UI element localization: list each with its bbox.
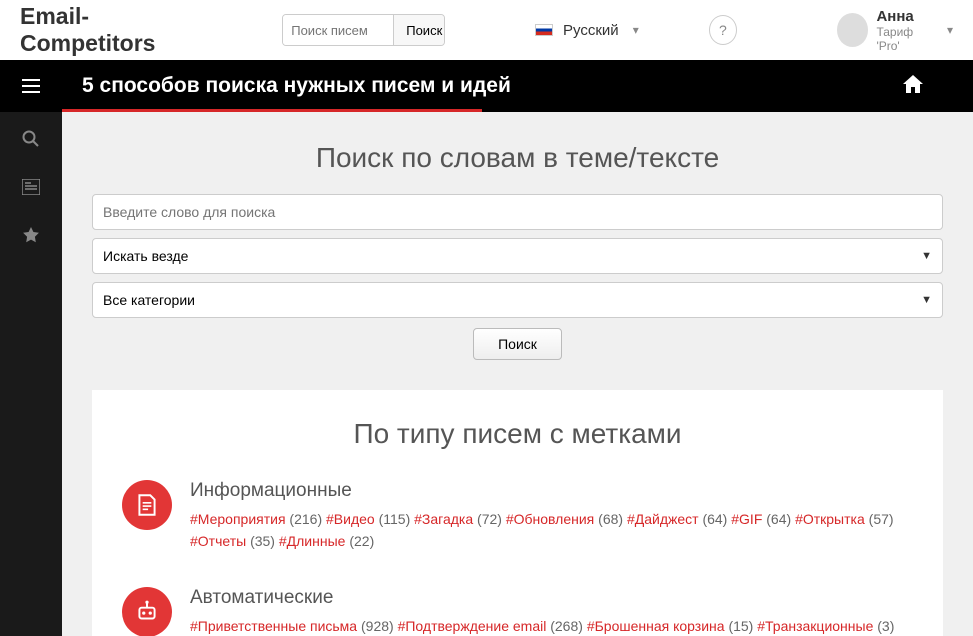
document-icon xyxy=(134,492,160,518)
hamburger-icon xyxy=(22,79,40,93)
tag-link[interactable]: #Подтверждение email xyxy=(398,618,547,634)
search-submit-button[interactable]: Поиск xyxy=(473,328,562,360)
tag-link[interactable]: #Отчеты xyxy=(190,533,246,549)
tag-link[interactable]: #GIF xyxy=(731,511,762,527)
header-search-button[interactable]: Поиск xyxy=(393,15,445,45)
sidebar-search[interactable] xyxy=(22,130,40,153)
tag-count: (57) xyxy=(865,511,894,527)
search-heading: Поиск по словам в теме/тексте xyxy=(92,142,943,174)
keyword-input[interactable] xyxy=(92,194,943,230)
home-button[interactable] xyxy=(903,75,923,98)
type-title: Информационные xyxy=(190,480,913,502)
types-card: По типу писем с метками Информационные #… xyxy=(92,390,943,636)
subheader: 5 способов поиска нужных писем и идей xyxy=(0,60,973,112)
avatar xyxy=(837,13,868,47)
tag-link[interactable]: #Открытка xyxy=(795,511,865,527)
tag-count: (928) xyxy=(357,618,397,634)
tag-list: #Мероприятия (216) #Видео (115) #Загадка… xyxy=(190,508,913,553)
caret-down-icon: ▼ xyxy=(921,294,932,306)
tag-count: (115) xyxy=(375,511,414,527)
user-menu[interactable]: Анна Тариф 'Pro' ▾ xyxy=(837,8,953,53)
home-icon xyxy=(903,75,923,93)
types-heading: По типу писем с метками xyxy=(122,418,913,450)
page-title: 5 способов поиска нужных писем и идей xyxy=(82,74,511,98)
chevron-down-icon: ▾ xyxy=(947,23,953,37)
category-value: Все категории xyxy=(103,292,195,308)
newspaper-icon xyxy=(22,179,40,195)
type-title: Автоматические xyxy=(190,587,913,609)
automatic-icon xyxy=(122,587,172,636)
flag-icon xyxy=(535,24,553,36)
help-button[interactable]: ? xyxy=(709,15,737,45)
tag-count: (268) xyxy=(546,618,586,634)
sidebar-favorites[interactable] xyxy=(22,226,40,249)
tag-count: (22) xyxy=(345,533,374,549)
sidebar xyxy=(0,112,62,636)
search-icon xyxy=(22,130,40,148)
tag-count: (72) xyxy=(473,511,506,527)
header-search-input[interactable] xyxy=(283,15,393,45)
tag-link[interactable]: #Брошенная корзина xyxy=(587,618,725,634)
scope-value: Искать везде xyxy=(103,248,188,264)
header: Email-Competitors Поиск Русский ▾ ? Анна… xyxy=(0,0,973,60)
language-label: Русский xyxy=(563,22,619,39)
type-group-informational: Информационные #Мероприятия (216) #Видео… xyxy=(122,480,913,553)
robot-icon xyxy=(134,599,160,625)
tag-count: (35) xyxy=(246,533,279,549)
tag-count: (3) xyxy=(873,618,894,634)
tag-link[interactable]: #Дайджест xyxy=(627,511,699,527)
tag-link[interactable]: #Приветственные письма xyxy=(190,618,357,634)
language-selector[interactable]: Русский ▾ xyxy=(535,22,639,39)
tag-link[interactable]: #Загадка xyxy=(414,511,473,527)
tag-count: (216) xyxy=(286,511,326,527)
user-plan: Тариф 'Pro' xyxy=(876,25,935,53)
tag-link[interactable]: #Видео xyxy=(326,511,375,527)
tag-link[interactable]: #Мероприятия xyxy=(190,511,286,527)
star-icon xyxy=(22,226,40,244)
main-content: Поиск по словам в теме/тексте Искать вез… xyxy=(62,112,973,636)
header-search-group: Поиск xyxy=(282,14,445,46)
tag-link[interactable]: #Обновления xyxy=(506,511,594,527)
tag-count: (68) xyxy=(594,511,627,527)
scope-select[interactable]: Искать везде ▼ xyxy=(92,238,943,274)
category-select[interactable]: Все категории ▼ xyxy=(92,282,943,318)
menu-toggle[interactable] xyxy=(0,60,62,112)
sidebar-news[interactable] xyxy=(22,179,40,200)
tag-link[interactable]: #Длинные xyxy=(279,533,346,549)
chevron-down-icon: ▾ xyxy=(633,23,639,37)
tag-count: (64) xyxy=(699,511,732,527)
informational-icon xyxy=(122,480,172,530)
tag-list: #Приветственные письма (928) #Подтвержде… xyxy=(190,615,913,636)
type-group-automatic: Автоматические #Приветственные письма (9… xyxy=(122,587,913,636)
tag-count: (15) xyxy=(725,618,758,634)
tag-link[interactable]: #Транзакционные xyxy=(757,618,873,634)
tag-count: (64) xyxy=(762,511,795,527)
caret-down-icon: ▼ xyxy=(921,250,932,262)
user-name: Анна xyxy=(876,8,935,25)
logo[interactable]: Email-Competitors xyxy=(20,3,212,57)
